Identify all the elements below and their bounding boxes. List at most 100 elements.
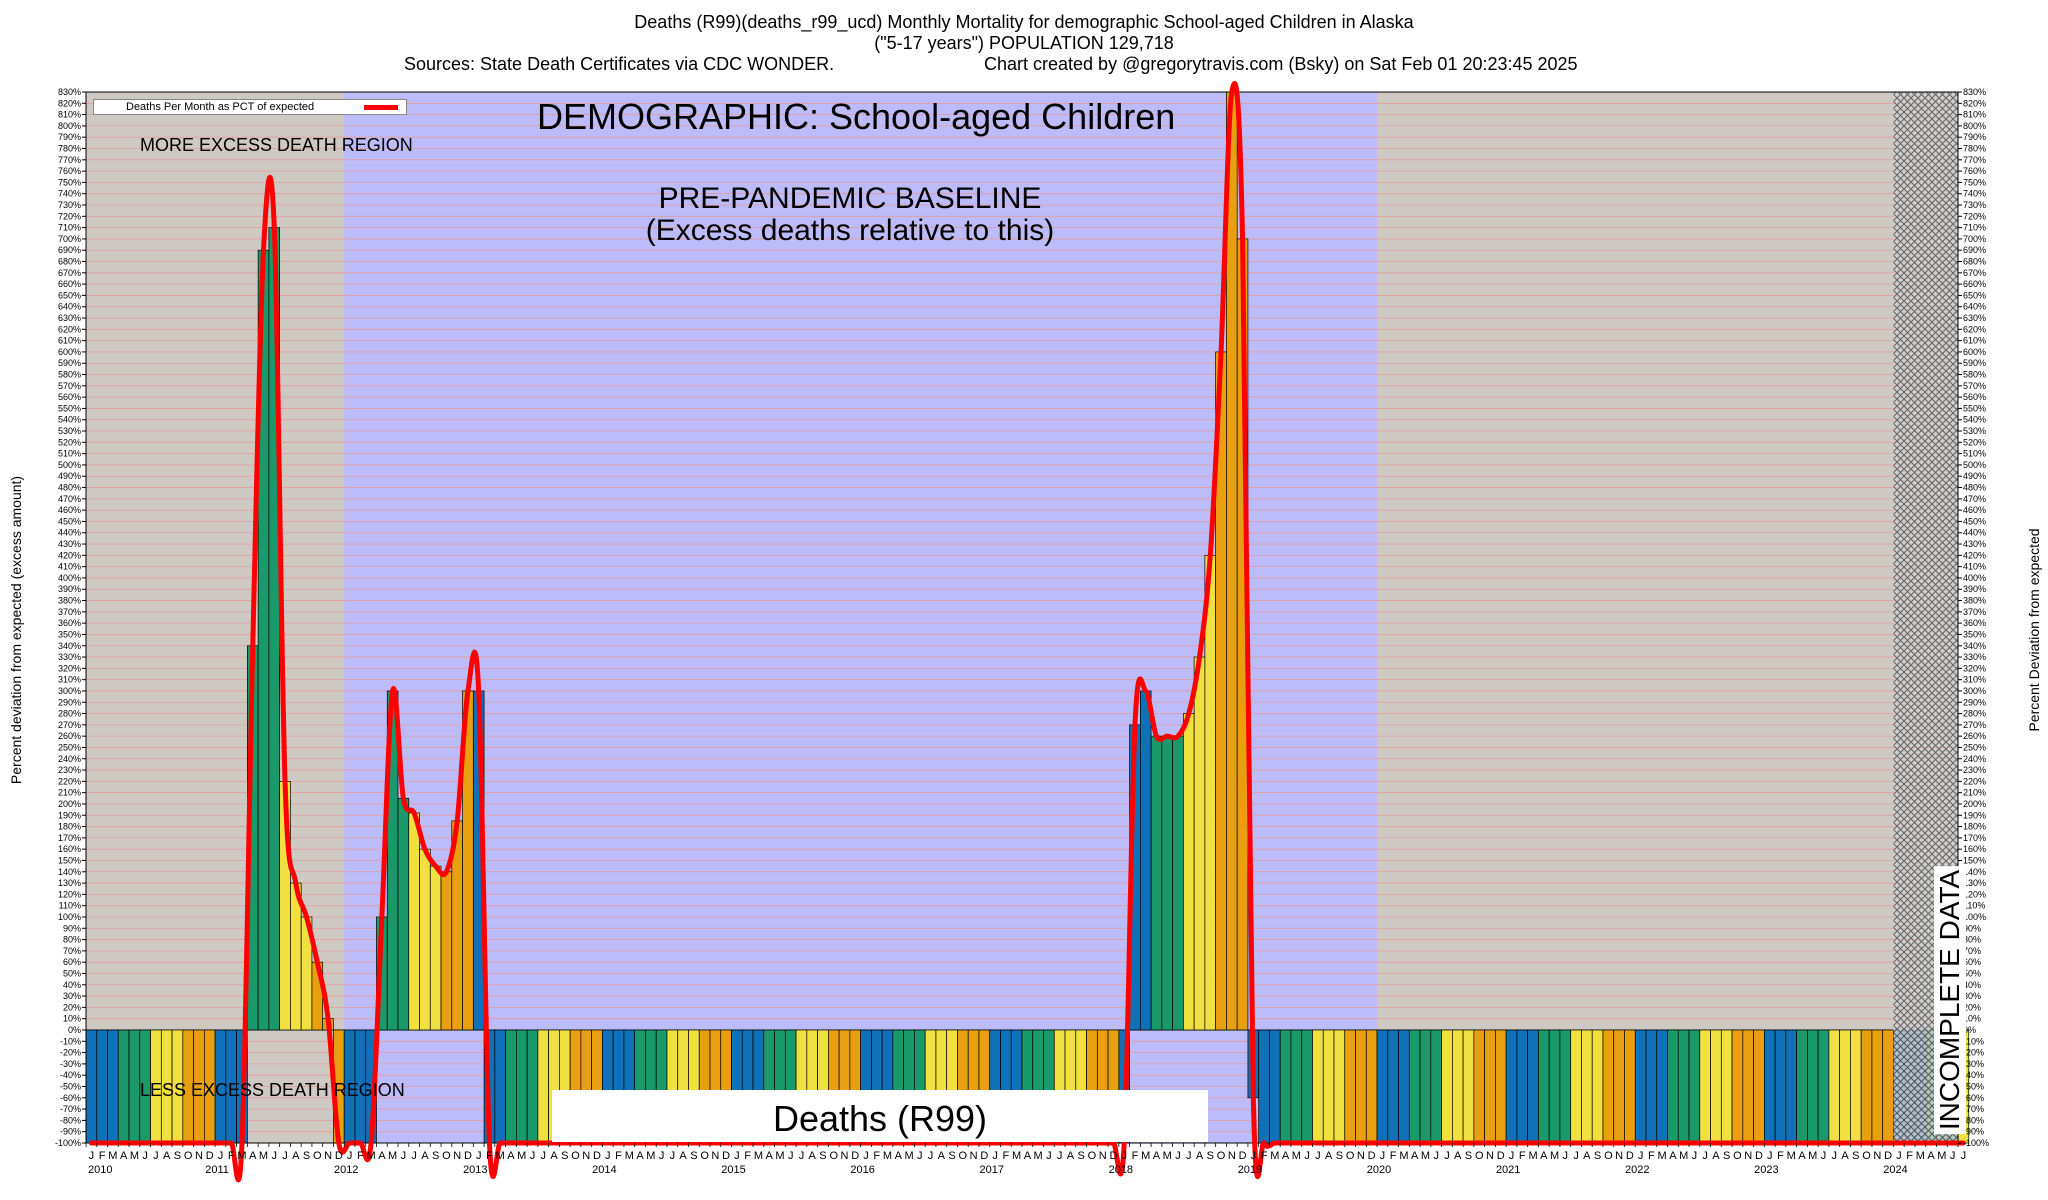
chart-title-line2: ("5-17 years") POPULATION 129,718: [874, 33, 1174, 53]
month-label: A: [292, 1150, 300, 1162]
y-tick-label: 270%: [58, 720, 81, 730]
year-label: 2015: [721, 1164, 745, 1176]
y-tick-label: 280%: [1963, 709, 1986, 719]
y-tick-label: 100%: [58, 912, 81, 922]
month-label: N: [1099, 1150, 1107, 1162]
month-label: A: [766, 1150, 774, 1162]
month-label: A: [679, 1150, 687, 1162]
month-label: O: [1862, 1150, 1871, 1162]
month-label: O: [1217, 1150, 1226, 1162]
y-tick-label: 660%: [58, 279, 81, 289]
year-label: 2016: [850, 1164, 874, 1176]
month-label: S: [1078, 1150, 1085, 1162]
y-tick-label: 470%: [58, 494, 81, 504]
month-label: J: [928, 1150, 934, 1162]
y-tick-label: 170%: [58, 833, 81, 843]
month-label: A: [1325, 1150, 1333, 1162]
y-tick-label: -30%: [1963, 1059, 1984, 1069]
y-tick-label: 490%: [58, 471, 81, 481]
y-tick-label: 310%: [58, 675, 81, 685]
month-label: N: [1486, 1150, 1494, 1162]
y-tick-label: 550%: [58, 403, 81, 413]
month-label: D: [980, 1150, 988, 1162]
bar: [494, 1029, 506, 1144]
bar: [1828, 1029, 1841, 1144]
month-label: M: [1679, 1150, 1688, 1162]
month-label: N: [1228, 1150, 1236, 1162]
bar: [1817, 1029, 1830, 1144]
y-tick-label: 220%: [1963, 776, 1986, 786]
bar: [1548, 1029, 1561, 1144]
bar: [1613, 1029, 1625, 1144]
bar: [1516, 1029, 1529, 1144]
month-label: D: [1884, 1150, 1892, 1162]
month-label: S: [1207, 1150, 1214, 1162]
bar: [1312, 1029, 1324, 1144]
bar: [1753, 1029, 1765, 1144]
month-label: J: [1832, 1150, 1838, 1162]
y-tick-label: 530%: [1963, 426, 1986, 436]
month-label: M: [1808, 1150, 1817, 1162]
y-tick-label: 410%: [58, 562, 81, 572]
bar: [1602, 1029, 1615, 1144]
bar: [1258, 1029, 1270, 1144]
y-tick-label: 790%: [1963, 132, 1986, 142]
y-tick-label: 720%: [1963, 211, 1986, 221]
month-label: J: [1563, 1150, 1569, 1162]
month-label: N: [453, 1150, 461, 1162]
month-label: J: [863, 1150, 869, 1162]
y-tick-label: 60%: [63, 957, 81, 967]
bar: [1333, 1029, 1346, 1144]
month-label: J: [1444, 1150, 1450, 1162]
month-label: M: [388, 1150, 397, 1162]
y-tick-label: 110%: [59, 901, 81, 911]
y-tick-label: -20%: [1963, 1048, 1984, 1058]
y-tick-label: -80%: [60, 1115, 81, 1125]
bar: [1656, 1029, 1668, 1144]
bar: [1376, 1029, 1389, 1144]
y-tick-label: 380%: [58, 596, 81, 606]
month-label: J: [1315, 1150, 1321, 1162]
month-label: M: [904, 1150, 913, 1162]
year-label: 2018: [1109, 1164, 1133, 1176]
bar: [1505, 1029, 1518, 1144]
y-tick-label: 830%: [1963, 87, 1986, 97]
month-label: J: [1057, 1150, 1063, 1162]
y-tick-label: 580%: [1963, 370, 1986, 380]
y-tick-label: 710%: [1963, 223, 1986, 233]
month-label: F: [1390, 1150, 1397, 1162]
chart-title-line1: Deaths (R99)(deaths_r99_ucd) Monthly Mor…: [634, 12, 1414, 32]
bar: [1527, 1029, 1539, 1144]
bar: [1570, 1029, 1582, 1144]
month-label: M: [1421, 1150, 1430, 1162]
bar: [419, 848, 431, 1031]
month-label: M: [1550, 1150, 1559, 1162]
y-tick-label: 820%: [58, 98, 81, 108]
month-label: J: [1433, 1150, 1439, 1162]
month-label: M: [1012, 1150, 1021, 1162]
y-tick-label: 150%: [1963, 855, 1986, 865]
cause-label: Deaths (R99): [772, 1098, 988, 1139]
month-label: J: [1380, 1150, 1386, 1162]
y-tick-label: -90%: [60, 1127, 81, 1137]
bar: [1355, 1029, 1367, 1144]
y-tick-label: 430%: [58, 539, 81, 549]
y-tick-label: 40%: [63, 980, 81, 990]
year-label: 2010: [88, 1164, 112, 1176]
bar: [429, 865, 442, 1031]
y-tick-label: 620%: [1963, 324, 1986, 334]
y-tick-label: 650%: [1963, 290, 1986, 300]
month-label: D: [1755, 1150, 1763, 1162]
month-label: D: [722, 1150, 730, 1162]
month-label: O: [184, 1150, 193, 1162]
month-label: A: [421, 1150, 429, 1162]
bar: [1139, 690, 1152, 1031]
month-label: A: [1282, 1150, 1290, 1162]
bar: [1290, 1029, 1303, 1144]
month-label: F: [1777, 1150, 1784, 1162]
month-label: J: [218, 1150, 224, 1162]
month-label: S: [174, 1150, 181, 1162]
bar: [1322, 1029, 1335, 1144]
bar: [107, 1029, 119, 1144]
baseline-label-line2: (Excess deaths relative to this): [645, 214, 1055, 247]
